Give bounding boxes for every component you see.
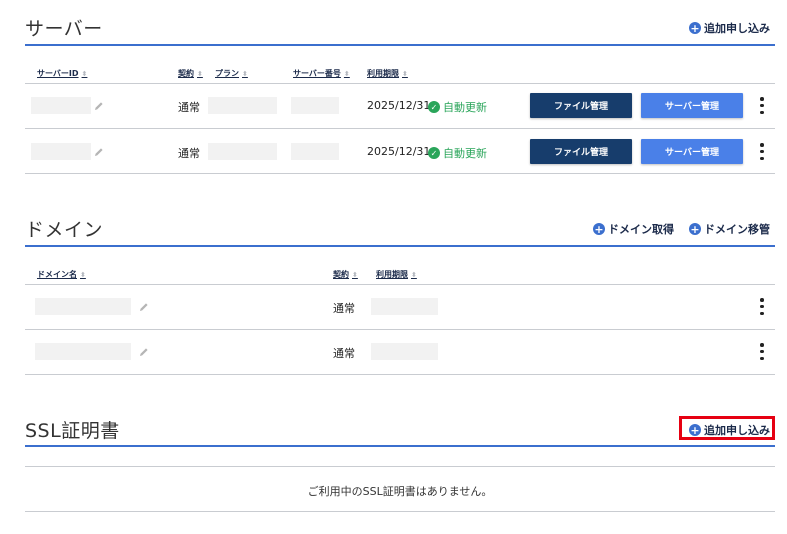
col-header-server-id[interactable]: サーバーID ⬍: [37, 68, 87, 79]
server-row-rule: [25, 173, 775, 174]
check-circle-icon: ✓: [428, 101, 440, 113]
plus-circle-icon: +: [689, 423, 701, 437]
auto-renew-label: 自動更新: [443, 101, 487, 114]
domain-acquire-label: ドメイン取得: [608, 223, 674, 236]
col-header-server-number[interactable]: サーバー番号 ⬍: [293, 68, 350, 79]
sort-icon: ⬍: [343, 69, 350, 78]
plus-circle-icon: +: [689, 21, 701, 35]
pencil-icon[interactable]: [94, 147, 104, 157]
col-header-label: プラン: [215, 69, 239, 78]
check-circle-icon: ✓: [428, 147, 440, 159]
ssl-add-label: 追加申し込み: [704, 424, 770, 437]
col-header-label: ドメイン名: [37, 270, 77, 279]
sort-icon: ⬍: [242, 69, 248, 78]
kebab-icon[interactable]: [758, 143, 766, 160]
domain-name-value: [35, 343, 131, 360]
sort-icon: ⬍: [197, 69, 203, 78]
server-header-rule: [25, 83, 775, 84]
plus-circle-icon: +: [689, 222, 701, 236]
ssl-empty-message: ご利用中のSSL証明書はありません。: [307, 485, 493, 498]
domain-acquire-link[interactable]: + ドメイン取得: [593, 221, 674, 237]
ssl-add-link[interactable]: + 追加申し込み: [689, 422, 770, 438]
expiry-value: [371, 343, 438, 360]
sort-icon: ⬍: [402, 69, 408, 78]
domain-title-rule: [25, 245, 775, 247]
plus-circle-icon: +: [593, 222, 605, 236]
col-header-expiry[interactable]: 利用期限 ⬍: [376, 269, 417, 280]
plan-value: [208, 143, 277, 160]
kebab-icon[interactable]: [758, 97, 766, 114]
domain-section-title: ドメイン: [25, 219, 104, 241]
plan-value: [208, 97, 277, 114]
server-add-label: 追加申し込み: [704, 22, 770, 35]
domain-name-value: [35, 298, 131, 315]
col-header-contract[interactable]: 契約 ⬍: [333, 269, 358, 280]
ssl-header-rule: [25, 466, 775, 467]
ssl-bottom-rule: [25, 511, 775, 512]
auto-renew-status: ✓ 自動更新: [428, 145, 487, 161]
kebab-icon[interactable]: [758, 298, 766, 315]
col-header-label: 利用期限: [376, 270, 408, 279]
kebab-icon[interactable]: [758, 343, 766, 360]
col-header-label: サーバー番号: [293, 69, 341, 78]
domain-transfer-label: ドメイン移管: [704, 223, 770, 236]
contract-value: 通常: [178, 147, 200, 160]
auto-renew-status: ✓ 自動更新: [428, 99, 487, 115]
expiry-value: 2025/12/31: [367, 145, 431, 158]
contract-value: 通常: [178, 101, 200, 114]
col-header-domain-name[interactable]: ドメイン名 ⬍: [37, 269, 86, 280]
sort-icon: ⬍: [80, 270, 86, 279]
col-header-expiry[interactable]: 利用期限 ⬍: [367, 68, 408, 79]
server-row-rule: [25, 128, 775, 129]
server-add-link[interactable]: + 追加申し込み: [689, 20, 770, 36]
file-manage-button[interactable]: ファイル管理: [530, 93, 632, 118]
file-manage-button[interactable]: ファイル管理: [530, 139, 632, 164]
pencil-icon[interactable]: [139, 347, 149, 357]
col-header-label: 契約: [178, 69, 194, 78]
expiry-value: 2025/12/31: [367, 99, 431, 112]
expiry-value: [371, 298, 438, 315]
col-header-contract[interactable]: 契約 ⬍: [178, 68, 203, 79]
server-manage-button[interactable]: サーバー管理: [641, 139, 743, 164]
server-number-value: [291, 97, 339, 114]
server-number-value: [291, 143, 339, 160]
col-header-plan[interactable]: プラン ⬍: [215, 68, 248, 79]
domain-row-rule: [25, 329, 775, 330]
pencil-icon[interactable]: [139, 302, 149, 312]
ssl-title-rule: [25, 445, 775, 447]
server-manage-button[interactable]: サーバー管理: [641, 93, 743, 118]
contract-value: 通常: [333, 347, 355, 360]
sort-icon: ⬍: [81, 69, 88, 78]
pencil-icon[interactable]: [94, 101, 104, 111]
server-title-rule: [25, 44, 775, 46]
server-id-value: [31, 97, 91, 114]
contract-value: 通常: [333, 302, 355, 315]
sort-icon: ⬍: [411, 270, 417, 279]
col-header-label: サーバーID: [37, 69, 79, 78]
sort-icon: ⬍: [352, 270, 358, 279]
server-id-value: [31, 143, 91, 160]
server-section-title: サーバー: [25, 18, 103, 40]
col-header-label: 契約: [333, 270, 349, 279]
domain-transfer-link[interactable]: + ドメイン移管: [689, 221, 770, 237]
ssl-section-title: SSL証明書: [25, 420, 120, 442]
auto-renew-label: 自動更新: [443, 147, 487, 160]
domain-header-rule: [25, 284, 775, 285]
domain-row-rule: [25, 374, 775, 375]
col-header-label: 利用期限: [367, 69, 399, 78]
